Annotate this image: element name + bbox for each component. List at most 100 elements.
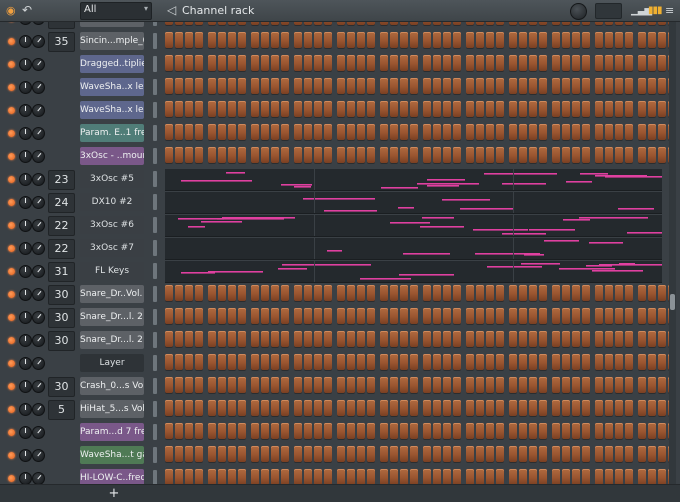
step-button[interactable]	[486, 101, 494, 117]
step-button[interactable]	[380, 331, 388, 347]
step-button[interactable]	[648, 354, 656, 370]
channel-select-bar[interactable]	[153, 56, 157, 72]
step-button[interactable]	[218, 22, 226, 25]
step-button[interactable]	[294, 32, 302, 48]
step-button[interactable]	[539, 101, 547, 117]
step-button[interactable]	[486, 147, 494, 163]
step-button[interactable]	[615, 147, 623, 163]
step-button[interactable]	[615, 78, 623, 94]
step-button[interactable]	[218, 354, 226, 370]
piano-roll-preview[interactable]	[165, 215, 662, 237]
step-button[interactable]	[539, 147, 547, 163]
step-button[interactable]	[165, 423, 173, 439]
step-button[interactable]	[582, 446, 590, 462]
pan-knob[interactable]	[19, 196, 32, 209]
step-button[interactable]	[519, 285, 527, 301]
step-button[interactable]	[304, 147, 312, 163]
volume-knob[interactable]	[32, 150, 45, 163]
step-button[interactable]	[648, 22, 656, 25]
step-button[interactable]	[271, 377, 279, 393]
step-button[interactable]	[529, 78, 537, 94]
step-button[interactable]	[195, 469, 203, 484]
step-button[interactable]	[552, 469, 560, 484]
step-button[interactable]	[529, 377, 537, 393]
step-button[interactable]	[605, 400, 613, 416]
step-button[interactable]	[314, 22, 322, 25]
step-button[interactable]	[165, 400, 173, 416]
step-button[interactable]	[218, 377, 226, 393]
step-button[interactable]	[486, 469, 494, 484]
step-button[interactable]	[337, 446, 345, 462]
step-button[interactable]	[443, 78, 451, 94]
step-button[interactable]	[228, 308, 236, 324]
step-button[interactable]	[615, 377, 623, 393]
step-button[interactable]	[509, 147, 517, 163]
step-button[interactable]	[443, 22, 451, 25]
step-button[interactable]	[453, 469, 461, 484]
step-button[interactable]	[185, 147, 193, 163]
step-button[interactable]	[175, 377, 183, 393]
step-button[interactable]	[271, 285, 279, 301]
step-button[interactable]	[648, 308, 656, 324]
step-button[interactable]	[324, 32, 332, 48]
step-button[interactable]	[466, 331, 474, 347]
step-button[interactable]	[638, 308, 646, 324]
step-button[interactable]	[208, 423, 216, 439]
step-button[interactable]	[195, 101, 203, 117]
step-button[interactable]	[433, 32, 441, 48]
step-button[interactable]	[195, 22, 203, 25]
step-button[interactable]	[625, 331, 633, 347]
step-button[interactable]	[519, 32, 527, 48]
volume-knob[interactable]	[32, 242, 45, 255]
step-button[interactable]	[466, 377, 474, 393]
mixer-track-number[interactable]: 24	[48, 193, 75, 213]
step-button[interactable]	[175, 55, 183, 71]
step-button[interactable]	[347, 308, 355, 324]
step-button[interactable]	[625, 469, 633, 484]
step-button[interactable]	[400, 400, 408, 416]
volume-knob[interactable]	[32, 219, 45, 232]
step-button[interactable]	[228, 331, 236, 347]
step-button[interactable]	[410, 423, 418, 439]
step-button[interactable]	[648, 423, 656, 439]
step-button[interactable]	[281, 308, 289, 324]
step-button[interactable]	[595, 124, 603, 140]
step-button[interactable]	[582, 377, 590, 393]
step-button[interactable]	[238, 22, 246, 25]
step-button[interactable]	[476, 78, 484, 94]
channel-name-button[interactable]: WaveSha..x level	[80, 78, 144, 96]
step-button[interactable]	[443, 124, 451, 140]
channel-select-bar[interactable]	[153, 447, 157, 463]
step-button[interactable]	[251, 32, 259, 48]
step-button[interactable]	[357, 354, 365, 370]
step-button[interactable]	[410, 354, 418, 370]
step-button[interactable]	[165, 147, 173, 163]
step-button[interactable]	[314, 446, 322, 462]
step-button[interactable]	[251, 55, 259, 71]
mute-led[interactable]	[8, 268, 15, 275]
step-button[interactable]	[380, 101, 388, 117]
step-button[interactable]	[390, 22, 398, 25]
step-button[interactable]	[324, 377, 332, 393]
channel-name-button[interactable]: Layer	[80, 354, 144, 372]
step-button[interactable]	[572, 78, 580, 94]
step-button[interactable]	[324, 55, 332, 71]
step-button[interactable]	[347, 423, 355, 439]
channel-name-button[interactable]: WaveSha...t gain	[80, 446, 144, 464]
step-button[interactable]	[410, 147, 418, 163]
step-button[interactable]	[562, 32, 570, 48]
step-button[interactable]	[400, 377, 408, 393]
step-button[interactable]	[367, 446, 375, 462]
step-button[interactable]	[605, 308, 613, 324]
step-button[interactable]	[314, 423, 322, 439]
step-button[interactable]	[228, 78, 236, 94]
step-button[interactable]	[294, 308, 302, 324]
step-button[interactable]	[582, 124, 590, 140]
step-button[interactable]	[228, 22, 236, 25]
step-button[interactable]	[529, 308, 537, 324]
mute-led[interactable]	[8, 222, 15, 229]
vertical-scrollbar[interactable]	[669, 22, 676, 484]
step-button[interactable]	[638, 55, 646, 71]
step-button[interactable]	[648, 446, 656, 462]
channel-name-button[interactable]: Snare_Dr...l. 2 #3	[80, 331, 144, 349]
